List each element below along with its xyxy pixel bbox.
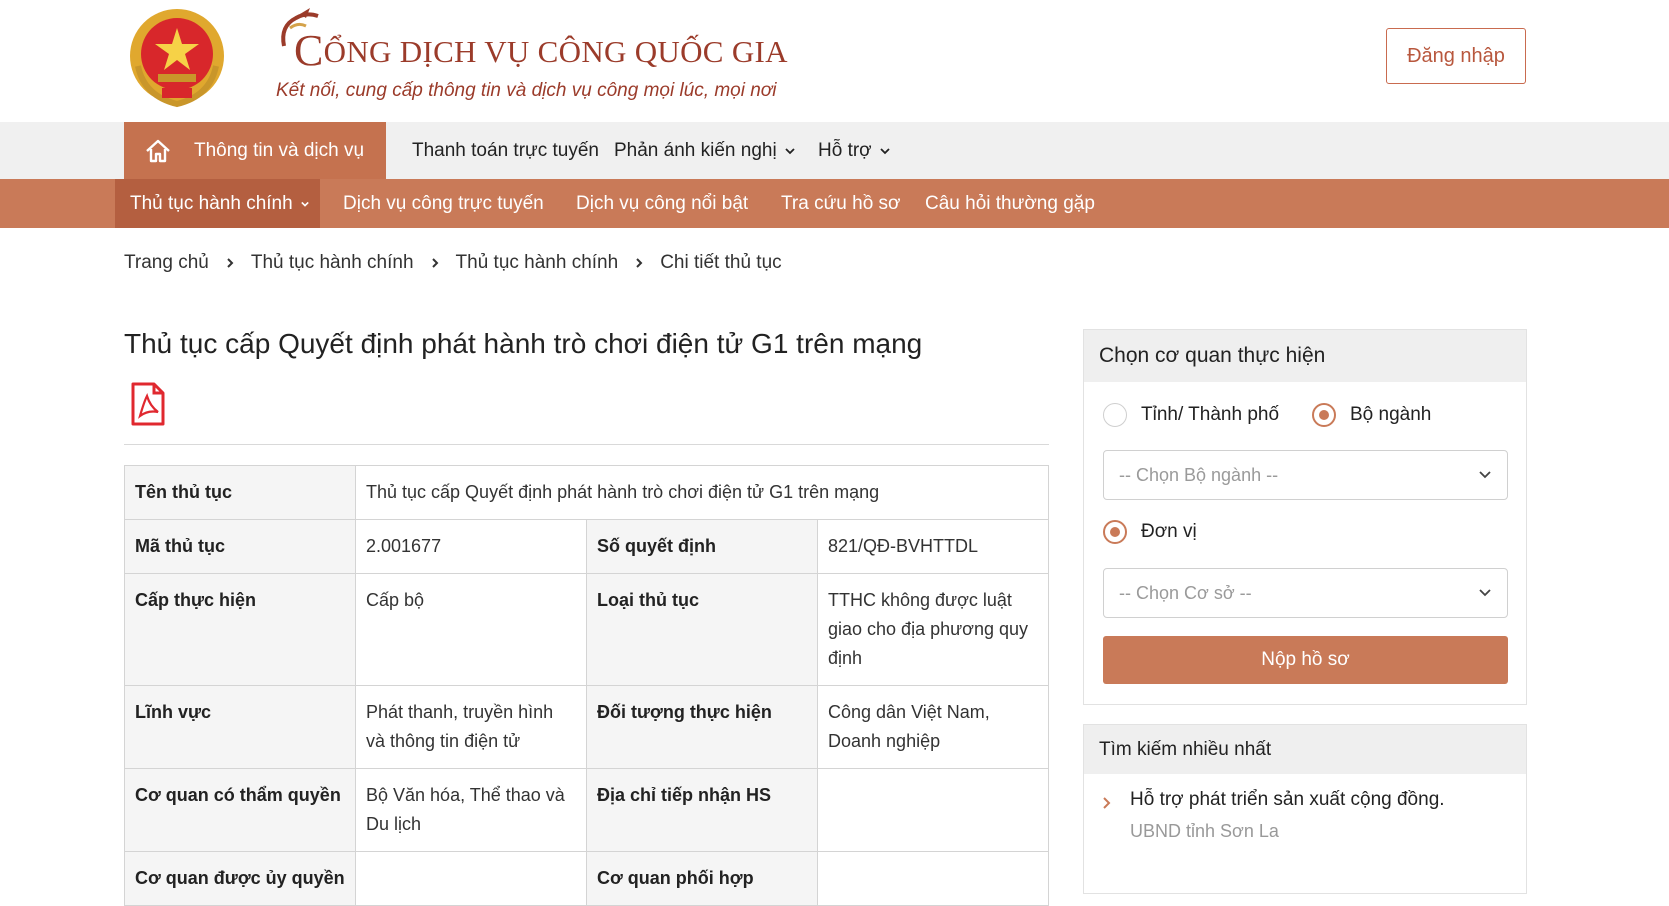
national-emblem-icon[interactable] (124, 6, 230, 108)
page-title: Thủ tục cấp Quyết định phát hành trò chơ… (124, 328, 923, 359)
table-label: Cơ quan có thẩm quyền (124, 768, 356, 852)
table-value: Thủ tục cấp Quyết định phát hành trò chơ… (355, 465, 1049, 520)
title-divider (124, 444, 1049, 445)
top-nav-label: Phản ánh kiến nghị (614, 139, 777, 161)
top-nav-item-support[interactable]: Hỗ trợ (818, 122, 890, 179)
radio-province-label[interactable]: Tỉnh/ Thành phố (1141, 404, 1279, 426)
chevron-down-icon (880, 147, 890, 154)
table-label: Cơ quan phối hợp (586, 851, 818, 906)
home-icon[interactable] (144, 137, 172, 165)
list-item-title[interactable]: Hỗ trợ phát triển sản xuất cộng đồng. (1130, 789, 1445, 811)
panel-title: Chọn cơ quan thực hiện (1084, 330, 1526, 382)
breadcrumb: Trang chủ Thủ tục hành chính Thủ tục hàn… (124, 252, 782, 274)
breadcrumb-current: Chi tiết thủ tục (660, 252, 782, 273)
top-search-panel: Tìm kiếm nhiều nhất Hỗ trợ phát triển sả… (1083, 724, 1527, 894)
chevron-right-icon (1103, 797, 1111, 809)
sub-nav-item-lookup[interactable]: Tra cứu hồ sơ (781, 179, 901, 228)
top-nav: Thông tin và dịch vụ Thanh toán trực tuy… (0, 122, 1669, 179)
table-row: Cấp thực hiện Cấp bộ Loại thủ tục TTHC k… (124, 573, 1049, 686)
table-label: Loại thủ tục (586, 573, 818, 686)
login-button[interactable]: Đăng nhập (1386, 28, 1526, 84)
top-nav-label: Hỗ trợ (818, 139, 872, 161)
top-nav-item-info-services[interactable]: Thông tin và dịch vụ (124, 122, 386, 179)
site-slogan: Kết nối, cung cấp thông tin và dịch vụ c… (276, 80, 777, 101)
table-value: 821/QĐ-BVHTTDL (817, 519, 1049, 574)
top-nav-label: Thanh toán trực tuyến (412, 139, 599, 161)
chevron-down-icon (1479, 471, 1491, 479)
unit-select[interactable]: -- Chọn Cơ sở -- (1103, 568, 1508, 618)
ministry-select[interactable]: -- Chọn Bộ ngành -- (1103, 450, 1508, 500)
table-row: Lĩnh vực Phát thanh, truyền hình và thôn… (124, 685, 1049, 769)
table-label: Mã thủ tục (124, 519, 356, 574)
radio-ministry[interactable] (1312, 403, 1336, 427)
table-label: Số quyết định (586, 519, 818, 574)
table-row: Tên thủ tục Thủ tục cấp Quyết định phát … (124, 465, 1049, 520)
chevron-right-icon (431, 258, 438, 268)
breadcrumb-link-procedures-2[interactable]: Thủ tục hành chính (456, 252, 619, 274)
table-row: Mã thủ tục 2.001677 Số quyết định 821/QĐ… (124, 519, 1049, 574)
list-item-agency: UBND tỉnh Sơn La (1130, 821, 1279, 841)
breadcrumb-link-procedures[interactable]: Thủ tục hành chính (251, 252, 414, 274)
table-value: Công dân Việt Nam, Doanh nghiệp (817, 685, 1049, 769)
table-value: Phát thanh, truyền hình và thông tin điệ… (355, 685, 587, 769)
breadcrumb-link-home[interactable]: Trang chủ (124, 252, 209, 274)
sub-nav-label: Tra cứu hồ sơ (781, 192, 901, 214)
radio-province[interactable] (1103, 403, 1127, 427)
radio-unit[interactable] (1103, 520, 1127, 544)
panel-title: Tìm kiếm nhiều nhất (1084, 725, 1526, 774)
chevron-down-icon (785, 147, 795, 154)
submit-application-button[interactable]: Nộp hồ sơ (1103, 636, 1508, 684)
pdf-icon[interactable] (130, 382, 166, 426)
top-nav-item-feedback[interactable]: Phản ánh kiến nghị (614, 122, 795, 179)
radio-ministry-label[interactable]: Bộ ngành (1350, 404, 1431, 426)
table-row: Cơ quan có thẩm quyền Bộ Văn hóa, Thể th… (124, 768, 1049, 852)
table-value (355, 851, 587, 906)
table-value: Bộ Văn hóa, Thể thao và Du lịch (355, 768, 587, 852)
table-value (817, 768, 1049, 852)
top-nav-item-online-payment[interactable]: Thanh toán trực tuyến (412, 122, 599, 179)
sub-nav-item-featured-services[interactable]: Dịch vụ công nổi bật (576, 179, 748, 228)
sub-nav-label: Dịch vụ công nổi bật (576, 192, 749, 214)
sub-nav-label: Câu hỏi thường gặp (925, 192, 1095, 214)
table-label: Lĩnh vực (124, 685, 356, 769)
chevron-down-icon (1479, 589, 1491, 597)
sub-nav-label: Dịch vụ công trực tuyến (343, 192, 544, 214)
chevron-right-icon (636, 258, 643, 268)
table-label: Cơ quan được ủy quyền (124, 851, 356, 906)
table-value (817, 851, 1049, 906)
table-value: 2.001677 (355, 519, 587, 574)
table-label: Địa chỉ tiếp nhận HS (586, 768, 818, 852)
sub-nav-item-faq[interactable]: Câu hỏi thường gặp (925, 179, 1095, 228)
chevron-down-icon (300, 201, 309, 207)
site-title[interactable]: CỔNG DỊCH VỤ CÔNG QUỐC GIA (294, 26, 788, 73)
radio-unit-label[interactable]: Đơn vị (1141, 521, 1197, 543)
site-title-initial: C (294, 26, 324, 75)
site-title-rest: ỔNG DỊCH VỤ CÔNG QUỐC GIA (323, 34, 788, 69)
sub-nav-item-admin-procedures[interactable]: Thủ tục hành chính (130, 179, 309, 228)
chevron-right-icon (227, 258, 234, 268)
sub-nav-label: Thủ tục hành chính (130, 192, 293, 214)
sub-nav: Thủ tục hành chính Dịch vụ công trực tuy… (0, 179, 1669, 228)
table-label: Đối tượng thực hiện (586, 685, 818, 769)
procedure-info-table: Tên thủ tục Thủ tục cấp Quyết định phát … (124, 465, 1049, 906)
table-row: Cơ quan được ủy quyền Cơ quan phối hợp (124, 851, 1049, 906)
site-header: CỔNG DỊCH VỤ CÔNG QUỐC GIA Kết nối, cung… (0, 0, 1669, 122)
top-nav-label: Thông tin và dịch vụ (194, 139, 365, 161)
unit-select-placeholder: -- Chọn Cơ sở -- (1119, 582, 1252, 603)
table-label: Cấp thực hiện (124, 573, 356, 686)
sub-nav-item-online-services[interactable]: Dịch vụ công trực tuyến (343, 179, 544, 228)
table-value: TTHC không được luật giao cho địa phương… (817, 573, 1049, 686)
ministry-select-placeholder: -- Chọn Bộ ngành -- (1119, 464, 1279, 485)
table-value: Cấp bộ (355, 573, 587, 686)
table-label: Tên thủ tục (124, 465, 356, 520)
agency-select-panel: Chọn cơ quan thực hiện Tỉnh/ Thành phố B… (1083, 329, 1527, 705)
